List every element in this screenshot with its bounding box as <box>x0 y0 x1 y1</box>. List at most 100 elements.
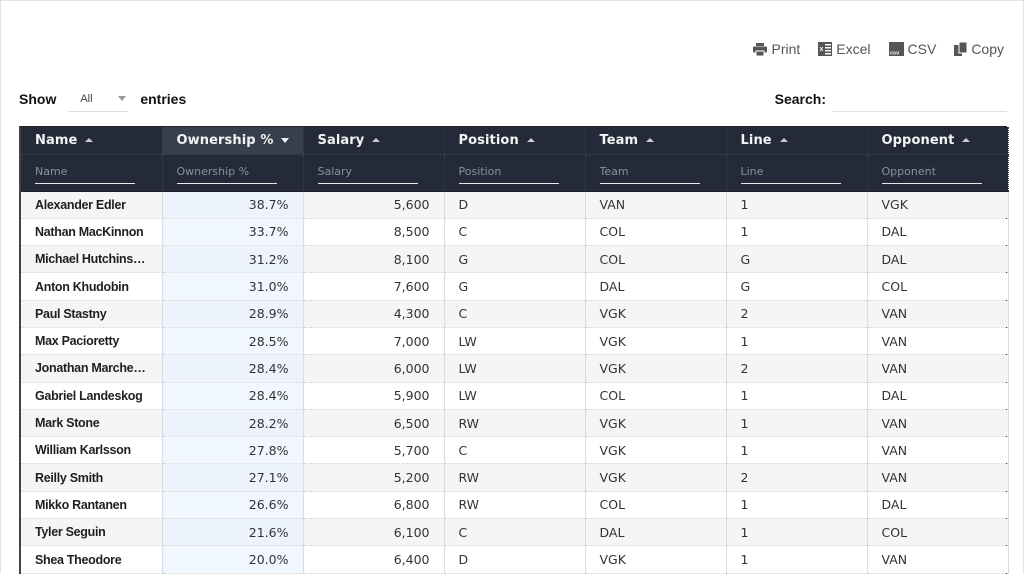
table-row[interactable]: Jonathan Marchess... 28.4% 6,000 LW VGK 2 VAN <box>21 354 1009 383</box>
search-label: Search: <box>774 91 826 107</box>
cell-position: C <box>444 518 586 547</box>
column-title: Team <box>599 132 639 148</box>
cell-position: LW <box>444 382 586 410</box>
column-header-team[interactable]: Team <box>585 127 727 155</box>
search-control: Search: <box>775 86 1007 112</box>
print-button[interactable]: Print <box>753 41 800 57</box>
cell-salary: 6,000 <box>303 354 445 383</box>
cell-name: Michael Hutchinson <box>21 245 163 274</box>
column-header-position[interactable]: Position <box>444 127 586 155</box>
cell-line: 2 <box>726 300 868 328</box>
cell-team: VGK <box>585 545 727 574</box>
cell-opponent: VAN <box>867 463 1009 492</box>
copy-button[interactable]: Copy <box>954 41 1004 57</box>
table-row[interactable]: Mikko Rantanen 26.6% 6,800 RW COL 1 DAL <box>21 491 1009 520</box>
column-header-ownership[interactable]: Ownership % <box>162 127 304 155</box>
filter-line-input[interactable] <box>740 160 841 184</box>
cell-position: D <box>444 545 586 574</box>
cell-opponent: VAN <box>867 300 1009 328</box>
table-row[interactable]: Shea Theodore 20.0% 6,400 D VGK 1 VAN <box>21 545 1009 574</box>
cell-salary: 4,300 <box>303 300 445 328</box>
table-row[interactable]: William Karlsson 27.8% 5,700 C VGK 1 VAN <box>21 436 1009 465</box>
cell-position: G <box>444 272 586 301</box>
excel-button[interactable]: x Excel <box>818 41 871 57</box>
cell-salary: 5,900 <box>303 382 445 410</box>
page-length-select[interactable]: All <box>68 86 129 112</box>
table-row[interactable]: Tyler Seguin 21.6% 6,100 C DAL 1 COL <box>21 518 1009 547</box>
filter-opponent-input[interactable] <box>881 160 982 184</box>
cell-opponent: DAL <box>867 491 1009 520</box>
cell-name: Mark Stone <box>21 409 163 438</box>
filter-salary-input[interactable] <box>317 160 418 184</box>
cell-line: G <box>726 245 868 274</box>
column-header-opponent[interactable]: Opponent <box>867 127 1009 155</box>
table-row[interactable]: Paul Stastny 28.9% 4,300 C VGK 2 VAN <box>21 300 1009 328</box>
filter-position-input[interactable] <box>458 160 559 184</box>
table-row[interactable]: Gabriel Landeskog 28.4% 5,900 LW COL 1 DAL <box>21 382 1009 410</box>
cell-position: C <box>444 436 586 465</box>
filter-cell <box>444 154 586 192</box>
cell-salary: 5,700 <box>303 436 445 465</box>
cell-name: Paul Stastny <box>21 300 163 328</box>
column-header-salary[interactable]: Salary <box>303 127 445 155</box>
table-row[interactable]: Anton Khudobin 31.0% 7,600 G DAL G COL <box>21 272 1009 301</box>
filter-name-input[interactable] <box>35 160 135 184</box>
cell-name: Alexander Edler <box>21 191 163 219</box>
table-row[interactable]: Max Pacioretty 28.5% 7,000 LW VGK 1 VAN <box>21 327 1009 356</box>
cell-line: 1 <box>726 218 868 247</box>
sort-asc-icon <box>372 138 381 143</box>
chevron-down-icon <box>118 96 127 101</box>
table-row[interactable]: Mark Stone 28.2% 6,500 RW VGK 1 VAN <box>21 409 1009 438</box>
table-controls: Show All entries Search: <box>19 85 1007 113</box>
cell-ownership: 31.0% <box>162 272 304 301</box>
table-row[interactable]: Nathan MacKinnon 33.7% 8,500 C COL 1 DAL <box>21 218 1009 247</box>
cell-team: COL <box>585 245 727 274</box>
sort-asc-icon <box>526 138 535 143</box>
svg-text:csv: csv <box>890 51 900 57</box>
cell-name: Gabriel Landeskog <box>21 382 163 410</box>
column-title: Position <box>458 132 519 148</box>
cell-position: C <box>444 218 586 247</box>
cell-team: DAL <box>585 272 727 301</box>
cell-salary: 8,100 <box>303 245 445 274</box>
cell-team: VGK <box>585 436 727 465</box>
cell-opponent: COL <box>867 518 1009 547</box>
header-row: Name Ownership % Salary Position Team Li… <box>21 127 1009 155</box>
column-header-name[interactable]: Name <box>21 127 163 155</box>
show-label: Show <box>19 91 57 107</box>
cell-team: DAL <box>585 518 727 547</box>
column-header-line[interactable]: Line <box>726 127 868 155</box>
cell-opponent: VAN <box>867 354 1009 383</box>
sort-asc-icon <box>779 138 788 143</box>
cell-name: Mikko Rantanen <box>21 491 163 520</box>
page-length-control: Show All entries <box>19 86 186 112</box>
sort-asc-icon <box>962 138 971 143</box>
cell-salary: 5,600 <box>303 191 445 219</box>
cell-ownership: 28.9% <box>162 300 304 328</box>
filter-cell <box>867 154 1009 192</box>
filter-ownership-input[interactable] <box>176 160 277 184</box>
table-row[interactable]: Michael Hutchinson 31.2% 8,100 G COL G DAL <box>21 245 1009 274</box>
csv-button[interactable]: csv CSV <box>888 41 936 57</box>
cell-salary: 6,500 <box>303 409 445 438</box>
table-row[interactable]: Alexander Edler 38.7% 5,600 D VAN 1 VGK <box>21 191 1009 219</box>
cell-line: 1 <box>726 327 868 356</box>
cell-ownership: 20.0% <box>162 545 304 574</box>
cell-opponent: DAL <box>867 382 1009 410</box>
excel-file-icon: x <box>818 42 833 56</box>
column-title: Opponent <box>881 132 955 148</box>
copy-icon <box>954 42 968 56</box>
printer-icon <box>753 42 768 56</box>
cell-salary: 7,000 <box>303 327 445 356</box>
cell-ownership: 28.5% <box>162 327 304 356</box>
cell-name: Reilly Smith <box>21 463 163 492</box>
cell-opponent: VAN <box>867 545 1009 574</box>
cell-line: 1 <box>726 191 868 219</box>
search-input[interactable] <box>832 86 1007 112</box>
cell-team: VGK <box>585 409 727 438</box>
cell-line: 2 <box>726 463 868 492</box>
cell-position: G <box>444 245 586 274</box>
filter-team-input[interactable] <box>599 160 700 184</box>
cell-line: 1 <box>726 382 868 410</box>
table-row[interactable]: Reilly Smith 27.1% 5,200 RW VGK 2 VAN <box>21 463 1009 492</box>
